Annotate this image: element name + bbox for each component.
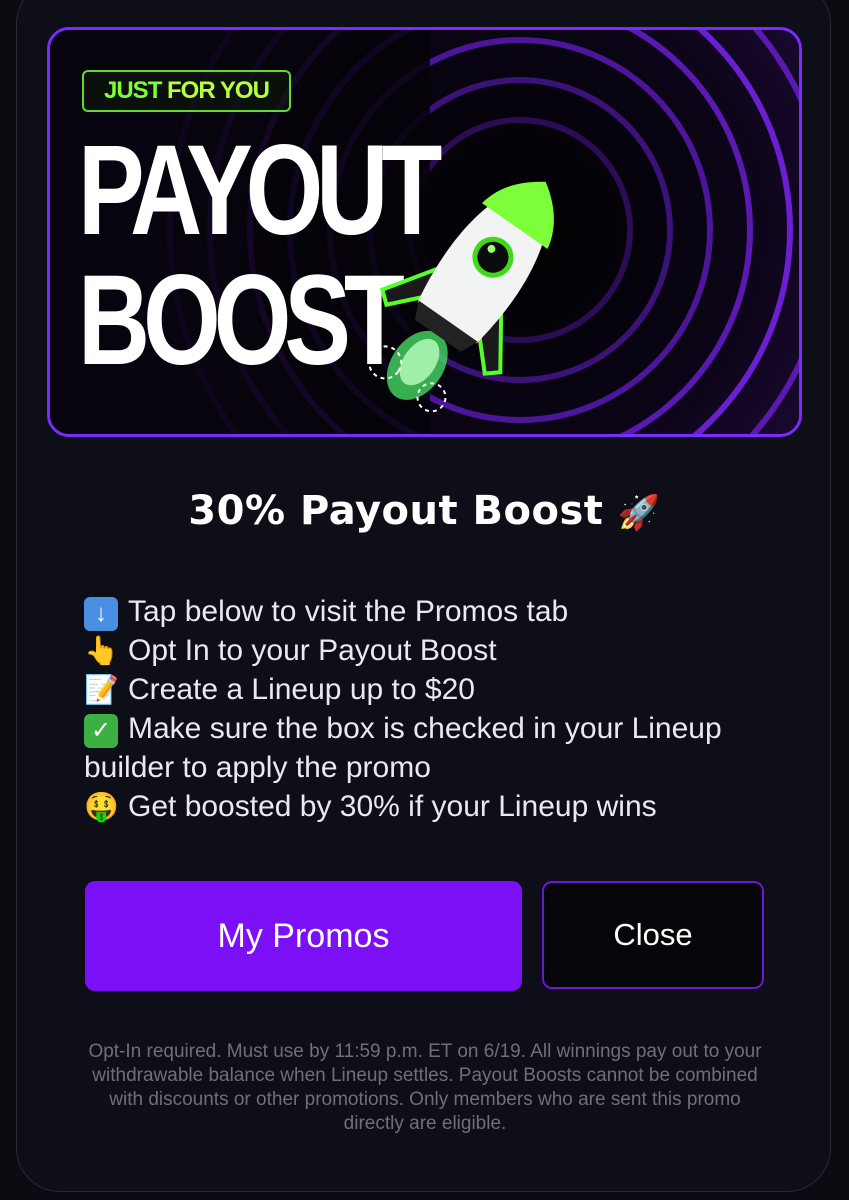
list-item: 📝 Create a Lineup up to $20 bbox=[84, 670, 784, 709]
steps-list: ↓ Tap below to visit the Promos tab 👆 Op… bbox=[84, 592, 784, 826]
pointing-finger-icon: 👆 bbox=[84, 635, 119, 667]
step-text: Opt In to your Payout Boost bbox=[128, 634, 497, 668]
list-item: ✓ Make sure the box is checked in your L… bbox=[84, 709, 784, 749]
money-mouth-face-icon: 🤑 bbox=[84, 791, 119, 823]
list-item: 🤑 Get boosted by 30% if your Lineup wins bbox=[84, 787, 784, 826]
list-item-continuation: builder to apply the promo bbox=[84, 748, 784, 787]
tag-prefix: JUST bbox=[104, 77, 168, 104]
tag-highlight: FOR YOU bbox=[167, 77, 270, 104]
step-text: Create a Lineup up to $20 bbox=[128, 673, 475, 707]
modal-title: 30% Payout Boost 🚀 bbox=[0, 488, 849, 534]
disclaimer-text: Opt-In required. Must use by 11:59 p.m. … bbox=[88, 1041, 762, 1134]
rocket-illustration bbox=[368, 181, 554, 413]
step-text: Get boosted by 30% if your Lineup wins bbox=[128, 790, 657, 824]
check-mark-icon: ✓ bbox=[84, 709, 128, 749]
list-item: ↓ Tap below to visit the Promos tab bbox=[84, 592, 784, 632]
memo-icon: 📝 bbox=[84, 674, 119, 706]
step-text: builder to apply the promo bbox=[84, 751, 431, 785]
title-text: 30% Payout Boost bbox=[188, 488, 604, 534]
step-text: Tap below to visit the Promos tab bbox=[128, 595, 569, 628]
payout-boost-banner: JUST FOR YOU PAYOUT BOOST bbox=[47, 27, 802, 437]
down-arrow-icon: ↓ bbox=[84, 592, 128, 632]
step-text: Make sure the box is checked in your Lin… bbox=[128, 712, 722, 746]
my-promos-button[interactable]: My Promos bbox=[85, 881, 522, 991]
rocket-icon: 🚀 bbox=[617, 493, 661, 533]
close-button[interactable]: Close bbox=[542, 881, 764, 989]
list-item: 👆 Opt In to your Payout Boost bbox=[84, 631, 784, 670]
just-for-you-tag: JUST FOR YOU bbox=[82, 70, 291, 112]
